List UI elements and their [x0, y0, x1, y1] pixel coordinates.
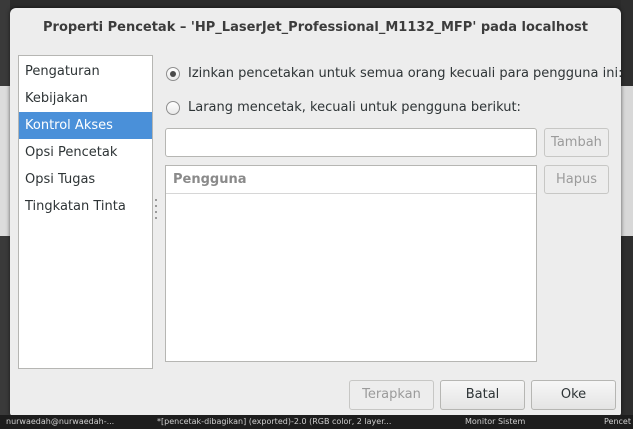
- sidebar: Pengaturan Kebijakan Kontrol Akses Opsi …: [18, 55, 153, 369]
- taskbar-item-printers[interactable]: Pencet: [604, 415, 631, 429]
- sidebar-item-job-options[interactable]: Opsi Tugas: [19, 166, 152, 193]
- sidebar-item-ink-levels[interactable]: Tingkatan Tinta: [19, 193, 152, 220]
- remove-user-button[interactable]: Hapus: [544, 165, 609, 194]
- apply-button[interactable]: Terapkan: [349, 380, 434, 410]
- deny-all-label: Larang mencetak, kecuali untuk pengguna …: [188, 100, 521, 115]
- allow-all-label: Izinkan pencetakan untuk semua orang kec…: [188, 66, 623, 81]
- taskbar-item-terminal[interactable]: nurwaedah@nurwaedah-...: [6, 415, 114, 429]
- sidebar-item-printer-options[interactable]: Opsi Pencetak: [19, 139, 152, 166]
- user-column-header[interactable]: Pengguna: [166, 166, 536, 194]
- deny-all-option[interactable]: Larang mencetak, kecuali untuk pengguna …: [166, 98, 521, 118]
- add-user-button[interactable]: Tambah: [544, 128, 609, 157]
- sidebar-item-policies[interactable]: Kebijakan: [19, 85, 152, 112]
- user-list[interactable]: Pengguna: [165, 165, 537, 362]
- taskbar-item-system-monitor[interactable]: Monitor Sistem: [465, 415, 525, 429]
- desktop-window-left: [0, 86, 10, 236]
- ok-button[interactable]: Oke: [531, 380, 616, 410]
- allow-all-radio[interactable]: [166, 67, 180, 81]
- allow-all-option[interactable]: Izinkan pencetakan untuk semua orang kec…: [166, 64, 622, 84]
- printer-properties-dialog: Properti Pencetak – 'HP_LaserJet_Profess…: [10, 8, 622, 416]
- sidebar-item-access-control[interactable]: Kontrol Akses: [19, 112, 152, 139]
- deny-all-radio[interactable]: [166, 101, 180, 115]
- pane-resize-handle[interactable]: [154, 199, 157, 229]
- taskbar: nurwaedah@nurwaedah-... *[pencetak-dibag…: [0, 415, 633, 429]
- user-name-input[interactable]: [165, 128, 537, 157]
- taskbar-item-gimp[interactable]: *[pencetak-dibagikan] (exported)-2.0 (RG…: [157, 415, 391, 429]
- dialog-title[interactable]: Properti Pencetak – 'HP_LaserJet_Profess…: [10, 8, 621, 48]
- desktop-window-right: [621, 86, 633, 236]
- cancel-button[interactable]: Batal: [440, 380, 525, 410]
- sidebar-item-settings[interactable]: Pengaturan: [19, 58, 152, 85]
